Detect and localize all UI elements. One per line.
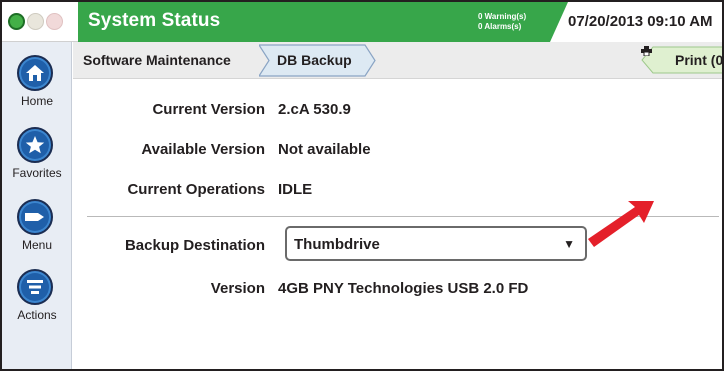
device-screen: System Status 0 Warning(s) 0 Alarms(s) 0… [0, 0, 724, 371]
sidebar-item-home[interactable]: Home [2, 55, 72, 125]
date-time: 07/20/2013 09:10 AM [568, 13, 713, 30]
breadcrumb-db-backup[interactable]: DB Backup [277, 52, 352, 68]
alarm-summary[interactable]: 0 Warning(s) 0 Alarms(s) [478, 12, 526, 32]
version-value: 4GB PNY Technologies USB 2.0 FD [278, 280, 529, 297]
print-label: Print (0 [675, 52, 724, 68]
page-title: System Status [88, 10, 221, 31]
version-label: Version [210, 280, 265, 297]
breadcrumb: Software Maintenance DB Backup Print (0 [73, 42, 722, 79]
home-icon [17, 55, 53, 91]
banner-slant-edge [550, 2, 568, 42]
sidebar-item-actions[interactable]: Actions [2, 269, 72, 339]
current-operations-value: IDLE [278, 181, 313, 198]
alarm-count: 0 Alarms(s) [478, 22, 522, 31]
sidebar-item-label: Menu [21, 238, 53, 252]
sidebar: Home Favorites Menu Actions [2, 42, 72, 369]
red-pointer-arrow-icon [588, 201, 654, 247]
print-button[interactable]: Print (0 [641, 46, 724, 74]
actions-list-icon [17, 269, 53, 305]
current-version-value: 2.cA 530.9 [278, 101, 351, 118]
backup-destination-label: Backup Destination [124, 237, 265, 254]
green-status-light-icon [8, 13, 25, 30]
breadcrumb-software-maintenance[interactable]: Software Maintenance [83, 52, 231, 68]
warning-count: 0 Warning(s) [478, 12, 527, 21]
sidebar-item-menu[interactable]: Menu [2, 199, 72, 269]
status-lights [2, 2, 78, 42]
star-icon [17, 127, 53, 163]
printer-icon [641, 46, 652, 56]
sidebar-item-favorites[interactable]: Favorites [2, 127, 72, 197]
available-version-value: Not available [278, 141, 371, 158]
available-version-label: Available Version [141, 141, 265, 158]
sidebar-item-label: Favorites [12, 166, 62, 180]
menu-arrow-icon [17, 199, 53, 235]
current-version-label: Current Version [152, 101, 265, 118]
backup-destination-value: Thumbdrive [294, 236, 380, 253]
red-status-light-icon [46, 13, 63, 30]
sidebar-item-label: Actions [17, 308, 57, 322]
yellow-status-light-icon [27, 13, 44, 30]
dropdown-arrow-icon: ▼ [563, 237, 575, 251]
status-bar: System Status 0 Warning(s) 0 Alarms(s) 0… [2, 2, 722, 42]
current-operations-label: Current Operations [127, 181, 265, 198]
backup-destination-dropdown[interactable]: Thumbdrive ▼ [285, 226, 587, 261]
system-status-banner[interactable]: System Status 0 Warning(s) 0 Alarms(s) [78, 2, 568, 42]
sidebar-item-label: Home [20, 94, 53, 108]
